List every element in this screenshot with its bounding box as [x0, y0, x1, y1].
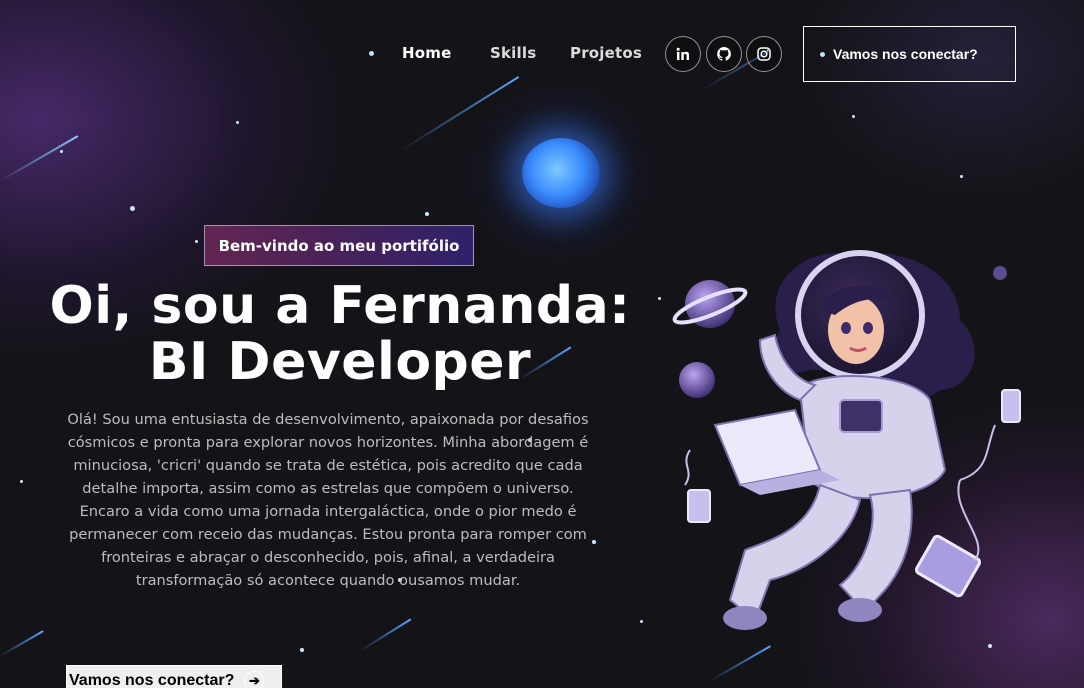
nav-skills-link[interactable]: Skills [490, 44, 536, 62]
hero-connect-button[interactable]: Vamos nos conectar? ➔ [66, 665, 282, 688]
shooting-star [359, 618, 412, 652]
star [236, 121, 239, 124]
button-dot [820, 51, 825, 57]
shooting-star [0, 135, 79, 182]
hero-connect-label: Vamos nos conectar? [69, 671, 235, 688]
github-icon [717, 47, 731, 61]
star [300, 648, 304, 652]
astronaut-illustration [672, 250, 1021, 630]
shooting-star [0, 630, 44, 657]
star [640, 620, 643, 623]
nav-projetos-link[interactable]: Projetos [570, 44, 642, 62]
star [195, 240, 198, 243]
star [852, 115, 855, 118]
page-title: Oi, sou a Fernanda: BI Developer [40, 278, 640, 390]
star [130, 206, 135, 211]
star [60, 150, 63, 153]
nav-home-link[interactable]: Home [402, 44, 451, 62]
star [988, 644, 992, 648]
instagram-button[interactable] [746, 36, 782, 72]
star [20, 480, 23, 483]
instagram-icon [757, 47, 771, 61]
nav-dot [369, 51, 374, 56]
arrow-right-icon: ➔ [244, 670, 265, 688]
connect-button[interactable]: Vamos nos conectar? [803, 26, 1016, 82]
title-line-1: Oi, sou a Fernanda: [49, 276, 631, 336]
welcome-tagline-text: Bem-vindo ao meu portifólio [218, 236, 460, 255]
linkedin-button[interactable] [665, 36, 701, 72]
shooting-star [709, 645, 772, 682]
linkedin-icon [676, 47, 689, 60]
star [425, 212, 429, 216]
shooting-star [399, 75, 520, 152]
hero-description: Olá! Sou uma entusiasta de desenvolvimen… [67, 411, 589, 589]
welcome-tagline: Bem-vindo ao meu portifólio [204, 225, 474, 266]
title-line-2: BI Developer [148, 332, 532, 392]
connect-button-label: Vamos nos conectar? [833, 46, 978, 62]
star [960, 175, 963, 178]
github-button[interactable] [706, 36, 742, 72]
glowing-planet-image [522, 138, 600, 208]
